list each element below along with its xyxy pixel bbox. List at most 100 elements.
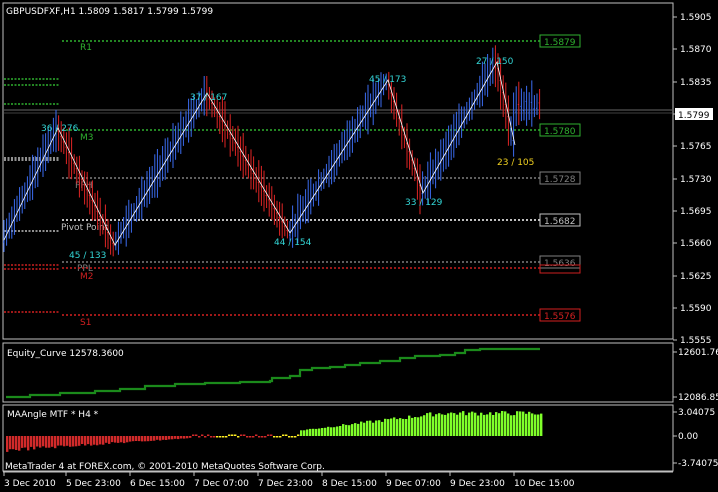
ma-histogram-bar <box>198 436 201 438</box>
ma-scale: 3.04075 0.00 -3.74075 <box>673 408 718 469</box>
ma-histogram-bar <box>501 411 504 436</box>
ma-histogram-bar <box>297 434 300 436</box>
ma-histogram-bar <box>66 436 69 446</box>
ma-histogram-bar <box>102 436 105 445</box>
ma-histogram-bar <box>156 436 159 440</box>
ma-histogram-bar <box>225 436 228 438</box>
ma-histogram-bar <box>354 423 357 436</box>
ma-histogram-bar <box>183 436 186 439</box>
ma-histogram-bar <box>207 434 210 436</box>
ma-histogram-bar <box>540 413 543 436</box>
price-tick-label: 1.5695 <box>680 207 712 217</box>
ma-histogram-bar <box>396 419 399 436</box>
ma-histogram-bar <box>267 434 270 436</box>
ma-histogram-bar <box>372 422 375 436</box>
ma-histogram-bar <box>525 413 528 436</box>
ma-histogram-bar <box>270 434 273 436</box>
ma-histogram-bar <box>165 436 168 440</box>
ma-histogram-bar <box>51 436 54 447</box>
ma-histogram-bar <box>420 416 423 436</box>
ma-histogram-bar <box>222 436 225 438</box>
ma-histogram-bar <box>81 436 84 444</box>
ma-histogram-bar <box>144 436 147 442</box>
ma-histogram-bar <box>261 436 264 438</box>
ma-histogram-bar <box>534 414 537 436</box>
ma-histogram-bar <box>339 426 342 436</box>
pivot-level-label: Pivot Point <box>61 223 109 233</box>
ma-histogram-bar <box>363 422 366 436</box>
ma-scale-label: 3.04075 <box>678 408 715 418</box>
ma-histogram-bar <box>195 434 198 436</box>
ma-histogram-bar <box>117 436 120 443</box>
main-chart-frame <box>2 2 674 340</box>
price-tick-label: 1.5660 <box>680 239 712 249</box>
equity-scale-label: 12086.85 <box>678 393 718 403</box>
ma-histogram-bar <box>327 426 330 436</box>
ma-histogram-bar <box>120 436 123 443</box>
ma-histogram-bar <box>447 413 450 436</box>
ma-histogram-bar <box>528 411 531 436</box>
ma-histogram-bar <box>96 436 99 446</box>
ma-histogram-bar <box>459 412 462 436</box>
ma-histogram-bar <box>258 436 261 438</box>
zigzag-swing-label: 33 / 129 <box>405 198 443 208</box>
ma-histogram-bar <box>375 420 378 436</box>
ma-histogram-bar <box>48 436 51 448</box>
price-tick-label: 1.5590 <box>680 304 712 314</box>
ma-histogram-bar <box>513 415 516 436</box>
zigzag-swing-label: 36 / 276 <box>41 124 79 134</box>
symbol-header: GBPUSDFXF,H1 1.5809 1.5817 1.5799 1.5799 <box>6 7 213 17</box>
price-tick-label: 1.5730 <box>680 175 712 185</box>
ma-histogram-bar <box>78 436 81 446</box>
ma-histogram-bar <box>411 417 414 436</box>
ma-histogram-bar <box>126 436 129 443</box>
ma-histogram-bar <box>243 434 246 436</box>
ma-histogram-bar <box>504 411 507 436</box>
main-chart-plot[interactable]: R1 1.5879M31.5780PPH1.5728Pivot Point1.56… <box>3 34 672 328</box>
ma-histogram-bar <box>405 419 408 436</box>
pivot-level-label: S1 <box>80 318 91 328</box>
ma-histogram-bar <box>6 436 9 452</box>
ma-histogram-bar <box>312 428 315 436</box>
ma-histogram-bar <box>321 428 324 436</box>
ma-histogram-bar <box>294 436 297 438</box>
ma-histogram-bar <box>228 434 231 436</box>
equity-panel-title: Equity_Curve 12578.3600 <box>7 349 124 359</box>
ma-histogram-bar <box>477 415 480 436</box>
pivot-level-label: M3 <box>80 133 94 143</box>
ma-histogram-bar <box>90 436 93 446</box>
ma-histogram-bar <box>24 436 27 448</box>
ma-histogram-bar <box>189 436 192 438</box>
ma-histogram-bar <box>318 428 321 436</box>
ma-histogram-bar <box>531 413 534 436</box>
ma-histogram-bar <box>432 416 435 436</box>
time-tick-label: 7 Dec 07:00 <box>194 479 249 489</box>
ma-histogram-bar <box>441 414 444 436</box>
ma-histogram-bar <box>336 426 339 436</box>
ma-histogram-bar <box>210 436 213 438</box>
ma-histogram-bar <box>33 436 36 450</box>
ma-histogram-bar <box>204 436 207 438</box>
ma-histogram-bar <box>507 413 510 436</box>
ma-histogram-bar <box>510 415 513 436</box>
ma-histogram-bar <box>159 436 162 441</box>
ma-histogram-bar <box>399 418 402 436</box>
price-tick-label: 1.5905 <box>680 13 712 23</box>
ma-histogram-bar <box>84 436 87 446</box>
ma-histogram-bar <box>498 413 501 436</box>
ma-histogram-bar <box>369 420 372 436</box>
time-axis[interactable]: 3 Dec 2010 5 Dec 23:00 6 Dec 15:00 7 Dec 07… <box>3 471 673 489</box>
pivot-price-label: 1.5879 <box>544 38 576 48</box>
ma-histogram-bar <box>234 434 237 436</box>
ma-histogram-bar <box>492 415 495 436</box>
ma-histogram-bar <box>162 436 165 440</box>
ma-scale-label: -3.74075 <box>678 459 718 469</box>
price-scale[interactable]: 1.59051.58701.58351.58001.57651.57301.56… <box>673 13 713 346</box>
ma-histogram-bar <box>150 436 153 441</box>
ma-histogram-bar <box>291 436 294 438</box>
ma-histogram-bar <box>30 436 33 447</box>
ma-histogram-bar <box>201 434 204 436</box>
ma-histogram-bar <box>519 411 522 436</box>
ma-histogram-bar <box>54 436 57 449</box>
ma-panel-title: MAAngle MTF * H4 * <box>7 410 99 420</box>
